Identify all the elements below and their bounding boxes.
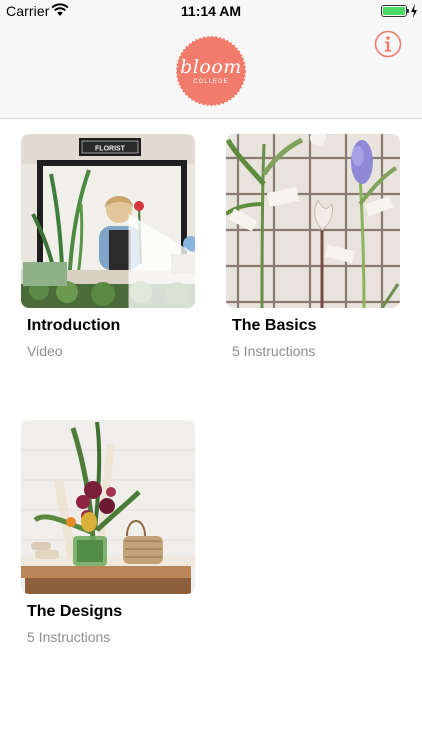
course-subtitle: 5 Instructions: [27, 629, 111, 645]
play-icon[interactable]: [89, 198, 195, 308]
the-designs-image: [21, 420, 195, 594]
navigation-bar: bloom COLLEGE: [0, 22, 422, 119]
course-subtitle: Video: [27, 343, 63, 359]
the-basics-image: [226, 134, 400, 308]
florist-sign-text: FLORIST: [95, 146, 126, 153]
battery-icon: [381, 5, 407, 17]
course-thumbnail-introduction[interactable]: FLORIST: [21, 134, 195, 308]
logo-subtext: COLLEGE: [193, 79, 229, 85]
charging-bolt-icon: [411, 4, 417, 18]
course-subtitle: 5 Instructions: [232, 343, 316, 359]
battery-tip: [407, 9, 409, 13]
course-title: The Designs: [27, 603, 123, 620]
course-title: The Basics: [232, 317, 317, 334]
course-thumbnail-the-designs[interactable]: [21, 420, 195, 594]
course-thumbnail-the-basics[interactable]: [226, 134, 400, 308]
battery-level: [383, 7, 405, 15]
status-time: 11:14 AM: [180, 3, 242, 19]
info-icon[interactable]: [374, 30, 402, 58]
status-bar: Carrier 11:14 AM: [0, 0, 422, 22]
course-title: Introduction: [27, 317, 121, 334]
logo-text: bloom: [180, 56, 242, 78]
